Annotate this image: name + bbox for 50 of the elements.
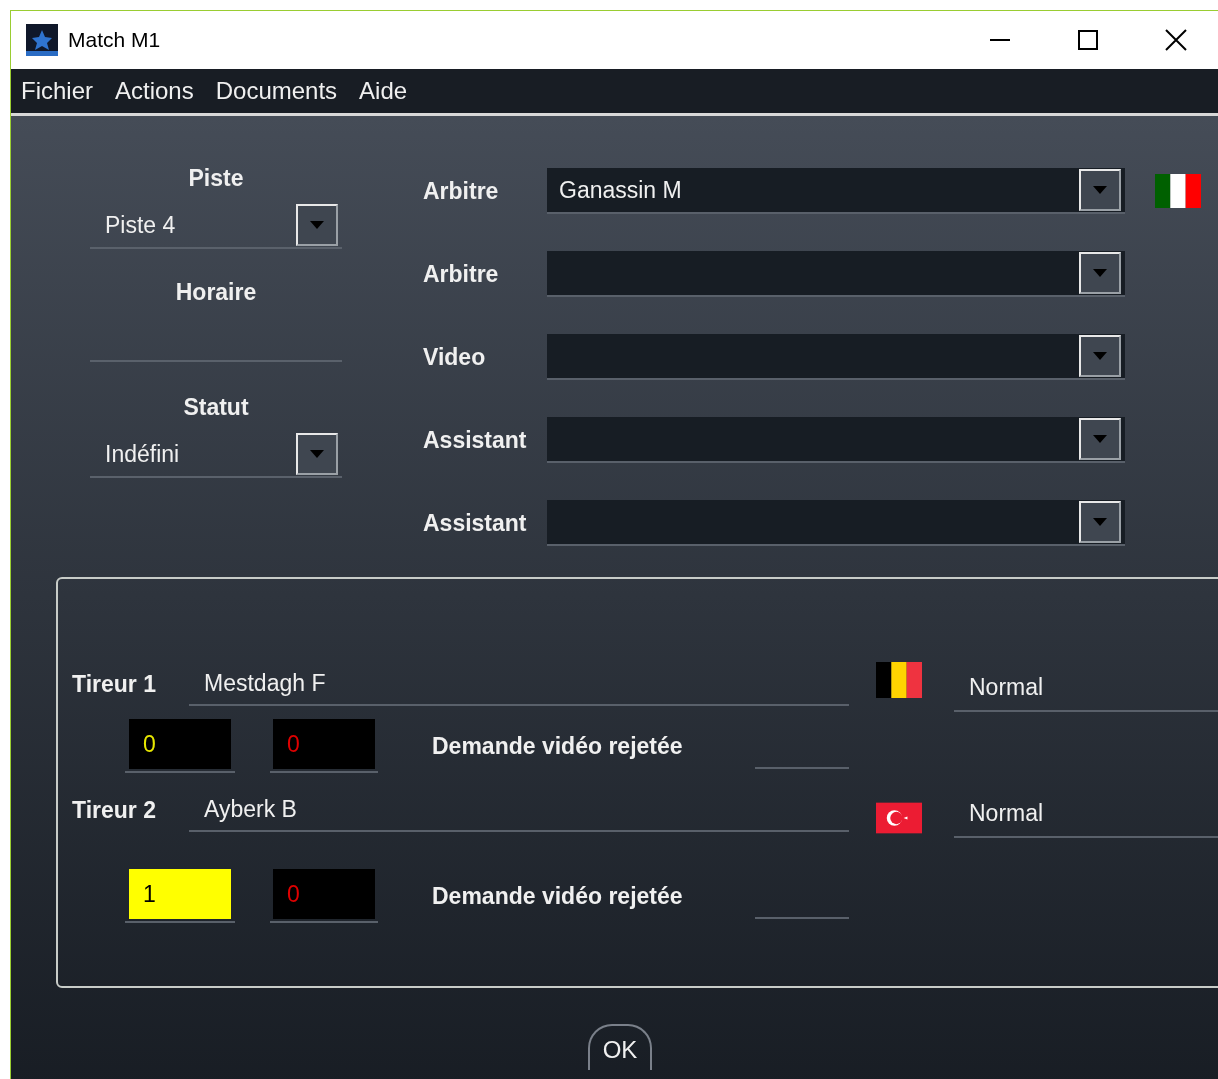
dropdown-button[interactable] (296, 204, 338, 246)
menu-item[interactable]: Aide (359, 73, 408, 109)
fencer-name-field[interactable]: Mestdagh F (189, 662, 849, 706)
caret-icon (1093, 186, 1107, 194)
maximize-icon (1078, 30, 1098, 50)
field-label: Piste (188, 164, 244, 191)
official-label: Arbitre (423, 176, 500, 206)
penalty-count-field[interactable]: 0 (273, 869, 375, 919)
caret-icon (1093, 269, 1107, 277)
video-request-label: Demande vidéo rejetée (432, 881, 684, 911)
official-label: Arbitre (423, 259, 500, 289)
dropdown-button[interactable] (1079, 335, 1121, 377)
caret-icon (310, 450, 324, 458)
penalty-count-field[interactable]: 0 (273, 719, 375, 769)
status-field[interactable]: Normal (954, 664, 1218, 712)
caret-icon (1093, 435, 1107, 443)
status-dropdown[interactable]: Indéfini (90, 432, 342, 478)
piste-dropdown[interactable]: Piste 4 (90, 203, 342, 249)
menu-item[interactable]: Fichier (21, 73, 93, 109)
official-label: Assistant (423, 425, 528, 455)
card-count-field[interactable]: 0 (129, 719, 231, 769)
official-label: Video (423, 342, 487, 372)
flag-icon (876, 800, 922, 836)
menu-item[interactable]: Actions (115, 73, 194, 109)
flag-icon (876, 662, 922, 698)
flag-icon (1155, 174, 1201, 208)
fencer-label: Tireur 2 (72, 795, 157, 825)
menu-item[interactable]: Documents (215, 73, 338, 109)
field-label: Statut (183, 393, 249, 420)
dropdown-button[interactable] (296, 433, 338, 475)
app-icon (26, 24, 58, 56)
caret-icon (1093, 352, 1107, 360)
minimize-icon (990, 39, 1010, 41)
window-title: Match M1 (68, 27, 161, 54)
official-label: Assistant (423, 508, 528, 538)
ok-button[interactable]: OK (588, 1024, 652, 1070)
dropdown-button[interactable] (1079, 501, 1121, 543)
dropdown-button[interactable] (1079, 418, 1121, 460)
field-label: Horaire (175, 278, 257, 305)
card-count-field[interactable]: 1 (129, 869, 231, 919)
caret-icon (310, 221, 324, 229)
caret-icon (1093, 518, 1107, 526)
fencer-name-field[interactable]: Ayberk B (189, 788, 849, 832)
video-request-label: Demande vidéo rejetée (432, 731, 684, 761)
status-field[interactable]: Normal (954, 790, 1218, 838)
fencer-label: Tireur 1 (72, 669, 157, 699)
close-icon (1165, 29, 1187, 51)
dropdown-button[interactable] (1079, 252, 1121, 294)
official-dropdown[interactable]: Ganassin M (547, 168, 1125, 214)
dropdown-button[interactable] (1079, 169, 1121, 211)
